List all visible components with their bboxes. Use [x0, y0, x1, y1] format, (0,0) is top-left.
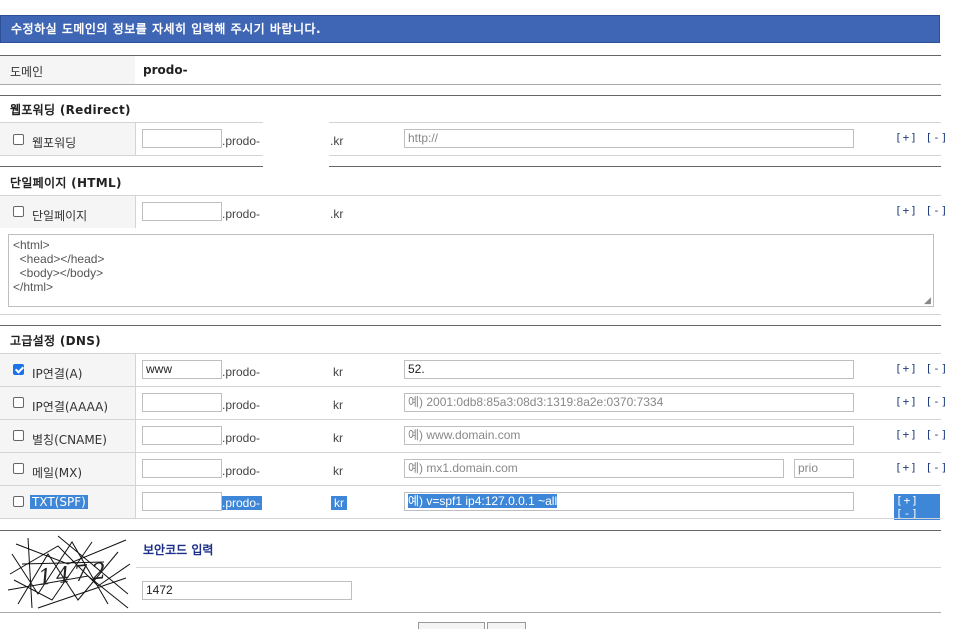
page-header: 수정하실 도메인의 정보를 자세히 입력해 주시기 바랍니다. [0, 15, 940, 43]
divider [0, 530, 941, 531]
dns-a-checkbox[interactable] [13, 364, 24, 375]
remove-button[interactable]: [-] [926, 131, 949, 144]
dns-cname-value-input[interactable]: 예) www.domain.com [404, 426, 854, 445]
divider [135, 354, 136, 386]
resize-handle-icon[interactable]: ◢ [924, 296, 931, 306]
dns-a-label: IP연결(A) [32, 367, 83, 381]
dns-cname-tld: kr [333, 431, 343, 445]
divider [0, 195, 941, 196]
html-label: 단일페이지 [32, 209, 88, 223]
dns-mx-value-input[interactable]: 예) mx1.domain.com [404, 459, 784, 478]
dns-aaaa-value-input[interactable]: 예) 2001:0db8:85a3:08d3:1319:8a2e:0370:73… [404, 393, 854, 412]
dns-mx-tld: kr [333, 464, 343, 478]
remove-button[interactable]: [-] [926, 461, 949, 474]
dns-aaaa-tld: kr [333, 398, 343, 412]
dns-mx-label: 메일(MX) [32, 466, 83, 480]
divider [135, 453, 136, 485]
dns-a-domain: .prodo- [222, 365, 261, 379]
redirect-domain: .prodo- [222, 134, 261, 148]
dns-mx-checkbox[interactable] [13, 463, 24, 474]
html-checkbox[interactable] [13, 206, 24, 217]
remove-button[interactable]: [-] [926, 362, 949, 375]
divider [0, 95, 941, 96]
divider [135, 420, 136, 452]
divider [0, 166, 941, 167]
add-button[interactable]: [+] [895, 131, 918, 144]
divider [0, 612, 941, 613]
add-button[interactable]: [+] [895, 428, 918, 441]
dns-aaaa-add-remove: [+] [-] [895, 395, 948, 408]
dns-aaaa-label: IP연결(AAAA) [32, 400, 109, 414]
divider [0, 353, 941, 354]
dns-mx-add-remove: [+] [-] [895, 461, 948, 474]
dns-mx-prio-input[interactable]: prio [794, 459, 854, 478]
divider [0, 122, 941, 123]
dns-cname-domain: .prodo- [222, 431, 261, 445]
dns-txt-checkbox[interactable] [13, 496, 24, 507]
dns-a-subdomain-input[interactable]: www [142, 360, 222, 379]
html-tld: .kr [330, 207, 344, 221]
dns-txt-domain: .prodo- [222, 496, 263, 510]
divider [0, 485, 941, 486]
dns-txt-tld: kr [331, 496, 347, 510]
add-button[interactable]: [+] [895, 395, 918, 408]
html-subdomain-input[interactable] [142, 202, 222, 221]
dns-aaaa-domain: .prodo- [222, 398, 261, 412]
divider [0, 419, 941, 420]
divider [135, 196, 136, 228]
redirect-tld: .kr [330, 134, 344, 148]
divider [135, 123, 136, 155]
remove-button[interactable]: [-] [926, 204, 949, 217]
html-add-remove: [+] [-] [895, 204, 948, 217]
divider [0, 452, 941, 453]
divider [0, 325, 941, 326]
html-section-title: 단일페이지 (HTML) [10, 176, 122, 190]
dns-aaaa-subdomain-input[interactable] [142, 393, 222, 412]
add-button[interactable]: [+] [895, 461, 918, 474]
divider [0, 55, 941, 56]
gap-mask [263, 118, 329, 194]
domain-value: prodo- [143, 63, 188, 77]
remove-button[interactable]: [-] [926, 395, 949, 408]
redirect-section-title: 웹포워딩 (Redirect) [10, 103, 131, 117]
divider [0, 518, 941, 519]
dns-aaaa-checkbox[interactable] [13, 397, 24, 408]
security-code-label: 보안코드 입력 [143, 543, 214, 557]
divider [0, 386, 941, 387]
divider [135, 486, 136, 518]
add-button[interactable]: [+] [895, 204, 918, 217]
redirect-add-remove: [+] [-] [895, 131, 948, 144]
dns-cname-subdomain-input[interactable] [142, 426, 222, 445]
captcha-image: 1472 [8, 534, 132, 610]
redirect-checkbox[interactable] [13, 134, 24, 145]
dns-cname-label: 별칭(CNAME) [32, 433, 107, 447]
html-textarea[interactable]: <html> <head></head> <body></body> </htm… [8, 234, 934, 307]
dns-txt-subdomain-input[interactable] [142, 492, 222, 511]
redirect-label: 웹포워딩 [32, 136, 77, 150]
dns-a-tld: kr [333, 365, 343, 379]
dns-txt-add-remove: [+] [-] [894, 494, 940, 520]
dns-a-value-input[interactable]: 52. [404, 360, 854, 379]
dns-cname-checkbox[interactable] [13, 430, 24, 441]
add-button[interactable]: [+] [896, 494, 919, 507]
divider [0, 314, 941, 315]
divider [0, 155, 941, 156]
divider [135, 387, 136, 419]
redirect-url-input[interactable]: http:// [404, 129, 854, 148]
divider [0, 84, 941, 85]
dns-mx-subdomain-input[interactable] [142, 459, 222, 478]
remove-button[interactable]: [-] [926, 428, 949, 441]
dns-section-title: 고급설정 (DNS) [10, 334, 101, 348]
dns-txt-value-input[interactable]: 예) v=spf1 ip4:127.0.0.1 ~all [404, 492, 854, 511]
dns-a-add-remove: [+] [-] [895, 362, 948, 375]
add-button[interactable]: [+] [895, 362, 918, 375]
html-domain: .prodo- [222, 207, 261, 221]
security-code-input[interactable]: 1472 [142, 581, 352, 600]
divider [136, 567, 941, 568]
dns-txt-label: TXT(SPF) [30, 495, 88, 509]
dns-mx-domain: .prodo- [222, 464, 261, 478]
redirect-subdomain-input[interactable] [142, 129, 222, 148]
dns-cname-add-remove: [+] [-] [895, 428, 948, 441]
domain-label: 도메인 [10, 65, 44, 79]
